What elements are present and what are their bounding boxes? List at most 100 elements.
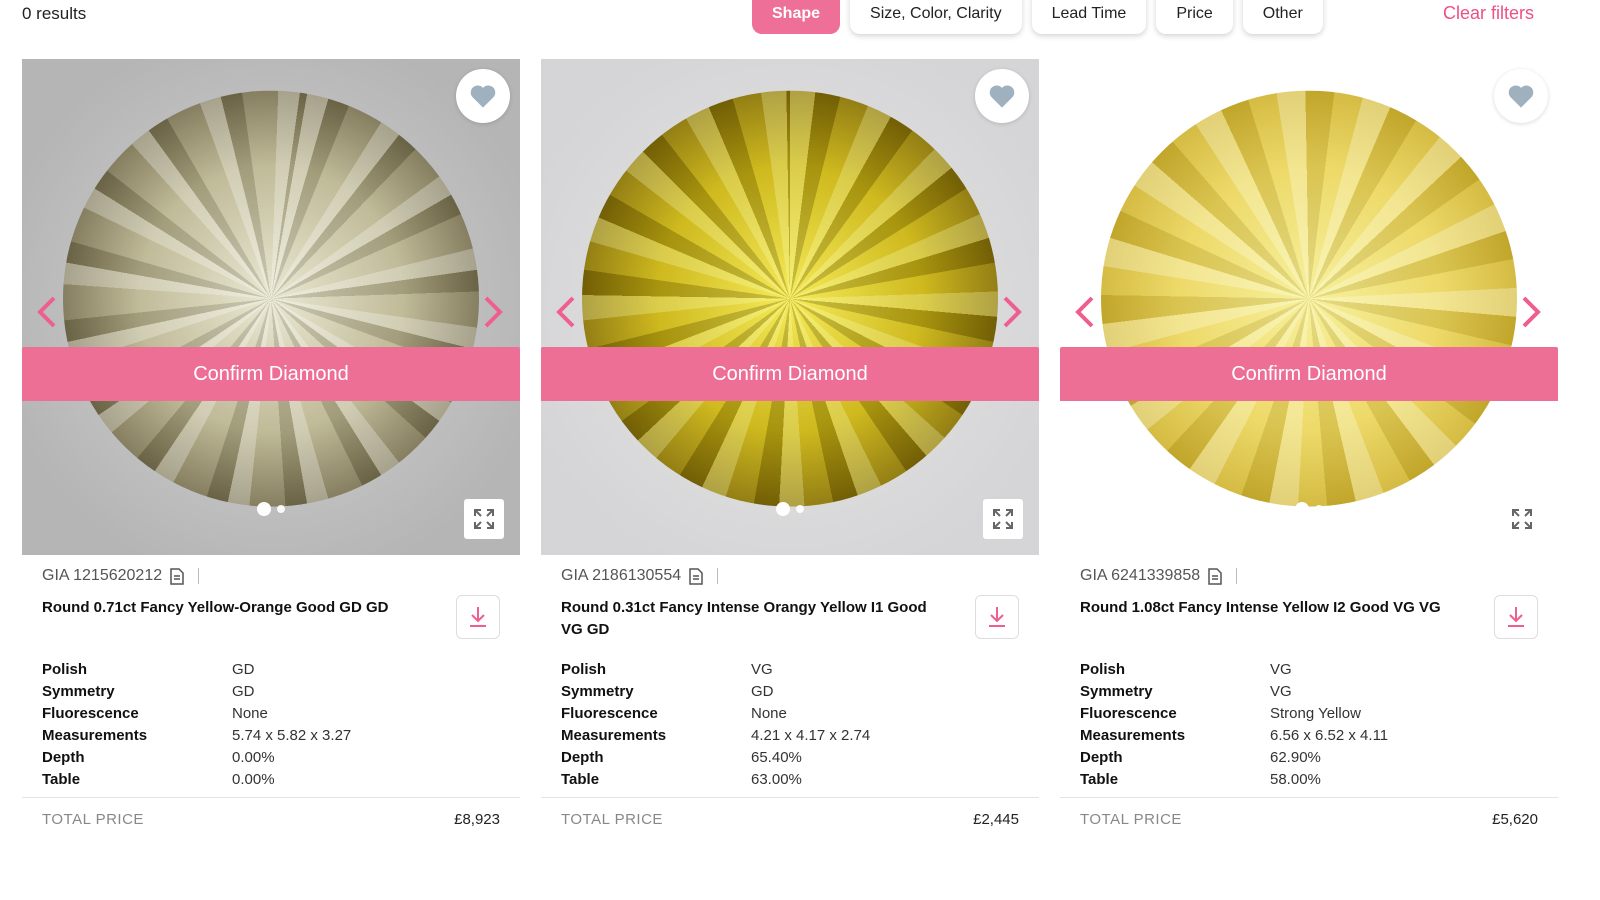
- chevron-left-icon[interactable]: [555, 295, 577, 329]
- diamond-card: GIA 6241339858 Round 1.08ct Fancy Intens…: [1060, 59, 1558, 900]
- price-row: TOTAL PRICE £5,620: [1080, 811, 1538, 828]
- carousel-dot[interactable]: [1315, 505, 1323, 513]
- filter-price-button[interactable]: Price: [1156, 0, 1233, 34]
- total-price-label: TOTAL PRICE: [42, 811, 144, 828]
- spec-row: Fluorescence Strong Yellow: [1080, 703, 1388, 725]
- expand-button[interactable]: [1502, 499, 1542, 539]
- heart-icon: [989, 85, 1015, 108]
- spec-value: VG: [751, 661, 773, 678]
- spec-label: Measurements: [42, 727, 148, 744]
- spec-row: Depth 65.40%: [561, 747, 870, 769]
- filter-lead-time-button[interactable]: Lead Time: [1031, 0, 1147, 34]
- spec-value: 5.74 x 5.82 x 3.27: [232, 727, 352, 744]
- confirm-diamond-button[interactable]: Confirm Diamond: [22, 347, 520, 401]
- diamond-image: [63, 90, 479, 507]
- spec-value: VG: [1270, 683, 1292, 700]
- total-price-label: TOTAL PRICE: [1080, 811, 1182, 828]
- diamond-image: [582, 90, 998, 507]
- gia-number: GIA 6241339858: [1080, 567, 1238, 585]
- spec-label: Symmetry: [561, 683, 634, 700]
- chevron-left-icon[interactable]: [1074, 295, 1096, 329]
- diamond-image-carousel[interactable]: [1060, 59, 1558, 555]
- spec-label: Measurements: [561, 727, 667, 744]
- gia-text: GIA 2186130554: [561, 567, 682, 584]
- carousel-dots: [1295, 502, 1323, 516]
- diamond-card: GIA 2186130554 Round 0.31ct Fancy Intens…: [541, 59, 1039, 900]
- spec-row: Polish GD: [42, 659, 351, 681]
- favorite-button[interactable]: [456, 69, 510, 123]
- chevron-left-icon[interactable]: [36, 295, 58, 329]
- spec-label: Fluorescence: [1080, 705, 1177, 722]
- spec-table: Polish VG Symmetry VG Fluorescence Strong Y…: [1080, 659, 1388, 791]
- spec-row: Symmetry GD: [42, 681, 351, 703]
- total-price-value: £5,620: [1492, 811, 1538, 828]
- favorite-button[interactable]: [975, 69, 1029, 123]
- divider: [198, 568, 200, 584]
- spec-row: Depth 0.00%: [42, 747, 351, 769]
- spec-label: Depth: [1080, 749, 1123, 766]
- expand-button[interactable]: [464, 499, 504, 539]
- spec-label: Measurements: [1080, 727, 1186, 744]
- price-row: TOTAL PRICE £2,445: [561, 811, 1019, 828]
- carousel-dot[interactable]: [796, 505, 804, 513]
- spec-row: Polish VG: [1080, 659, 1388, 681]
- carousel-dot-active[interactable]: [1295, 502, 1309, 516]
- confirm-diamond-button[interactable]: Confirm Diamond: [541, 347, 1039, 401]
- expand-button[interactable]: [983, 499, 1023, 539]
- clear-filters-link[interactable]: Clear filters: [1443, 3, 1534, 24]
- certificate-icon[interactable]: [689, 567, 703, 585]
- price-row: TOTAL PRICE £8,923: [42, 811, 500, 828]
- spec-value: Strong Yellow: [1270, 705, 1361, 722]
- certificate-icon[interactable]: [170, 567, 184, 585]
- divider: [22, 797, 520, 798]
- gia-number: GIA 2186130554: [561, 567, 719, 585]
- filter-other-button[interactable]: Other: [1242, 0, 1323, 34]
- download-button[interactable]: [456, 595, 500, 639]
- diamond-image-carousel[interactable]: [22, 59, 520, 555]
- divider: [1060, 797, 1558, 798]
- confirm-diamond-button[interactable]: Confirm Diamond: [1060, 347, 1558, 401]
- spec-row: Depth 62.90%: [1080, 747, 1388, 769]
- gia-text: GIA 6241339858: [1080, 567, 1201, 584]
- carousel-dot[interactable]: [277, 505, 285, 513]
- spec-label: Polish: [561, 661, 607, 678]
- spec-table: Polish VG Symmetry GD Fluorescence None Mea…: [561, 659, 870, 791]
- diamond-title: Round 1.08ct Fancy Intense Yellow I2 Goo…: [1080, 599, 1441, 616]
- spec-row: Symmetry VG: [1080, 681, 1388, 703]
- spec-row: Fluorescence None: [561, 703, 870, 725]
- spec-row: Table 63.00%: [561, 769, 870, 791]
- spec-row: Fluorescence None: [42, 703, 351, 725]
- gia-text: GIA 1215620212: [42, 567, 163, 584]
- divider: [541, 797, 1039, 798]
- spec-label: Table: [561, 771, 600, 788]
- download-icon: [470, 607, 486, 627]
- filter-shape-button[interactable]: Shape: [752, 0, 841, 34]
- spec-value: 58.00%: [1270, 771, 1321, 788]
- total-price-value: £2,445: [973, 811, 1019, 828]
- spec-value: 65.40%: [751, 749, 802, 766]
- download-button[interactable]: [975, 595, 1019, 639]
- carousel-dot-active[interactable]: [776, 502, 790, 516]
- favorite-button[interactable]: [1494, 69, 1548, 123]
- chevron-right-icon[interactable]: [1001, 295, 1023, 329]
- carousel-dots: [776, 502, 804, 516]
- spec-label: Polish: [42, 661, 88, 678]
- download-button[interactable]: [1494, 595, 1538, 639]
- certificate-icon[interactable]: [1208, 567, 1222, 585]
- spec-value: 4.21 x 4.17 x 2.74: [751, 727, 871, 744]
- chevron-right-icon[interactable]: [1520, 295, 1542, 329]
- spec-label: Polish: [1080, 661, 1126, 678]
- spec-label: Symmetry: [1080, 683, 1153, 700]
- chevron-right-icon[interactable]: [482, 295, 504, 329]
- heart-icon: [1508, 85, 1534, 108]
- results-count: 0 results: [22, 4, 87, 23]
- download-icon: [1508, 607, 1524, 627]
- filter-size-color-clarity-button[interactable]: Size, Color, Clarity: [850, 0, 1022, 34]
- spec-label: Table: [42, 771, 81, 788]
- spec-value: 0.00%: [232, 749, 275, 766]
- carousel-dot-active[interactable]: [257, 502, 271, 516]
- diamond-image-carousel[interactable]: [541, 59, 1039, 555]
- spec-row: Measurements 4.21 x 4.17 x 2.74: [561, 725, 870, 747]
- spec-row: Measurements 5.74 x 5.82 x 3.27: [42, 725, 351, 747]
- filter-bar: Shape Size, Color, Clarity Lead Time Pri…: [752, 0, 1323, 34]
